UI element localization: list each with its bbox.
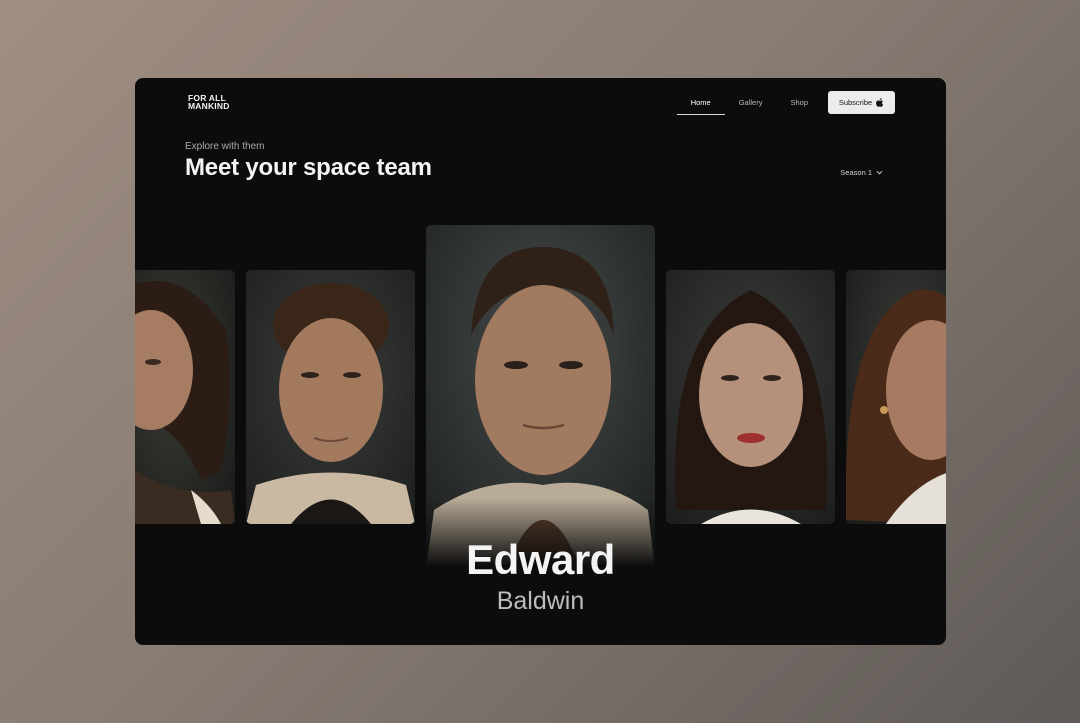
nav-item-home[interactable]: Home [676, 91, 725, 115]
portrait-image [135, 270, 235, 524]
portrait-image [426, 225, 655, 570]
cast-card[interactable] [135, 270, 235, 524]
page-title: Meet your space team [185, 154, 432, 181]
logo-line2: MANKIND [188, 101, 230, 111]
cast-card[interactable] [666, 270, 835, 524]
featured-cast-card[interactable] [426, 225, 655, 570]
hero-eyebrow: Explore with them [185, 141, 265, 152]
portrait-image [666, 270, 835, 524]
nav-item-shop[interactable]: Shop [776, 91, 822, 114]
featured-first-name: Edward [466, 536, 615, 583]
subscribe-button[interactable]: Subscribe [828, 91, 895, 114]
featured-last-name: Baldwin [496, 587, 585, 615]
portrait-image [846, 270, 946, 524]
main-nav: Home Gallery Shop Subscribe [676, 91, 895, 115]
apple-icon [876, 98, 884, 107]
chevron-down-icon [876, 170, 883, 175]
season-selected: Season 1 [840, 168, 872, 177]
app-window: FOR ALL MANKIND Home Gallery Shop Subscr… [135, 78, 946, 645]
nav-item-gallery[interactable]: Gallery [725, 91, 777, 114]
cast-card[interactable] [246, 270, 415, 524]
subscribe-label: Subscribe [838, 98, 873, 107]
season-dropdown[interactable]: Season 1 [840, 168, 883, 177]
cast-card[interactable] [846, 270, 946, 524]
logo[interactable]: FOR ALL MANKIND [188, 94, 230, 111]
portrait-image [246, 270, 415, 524]
